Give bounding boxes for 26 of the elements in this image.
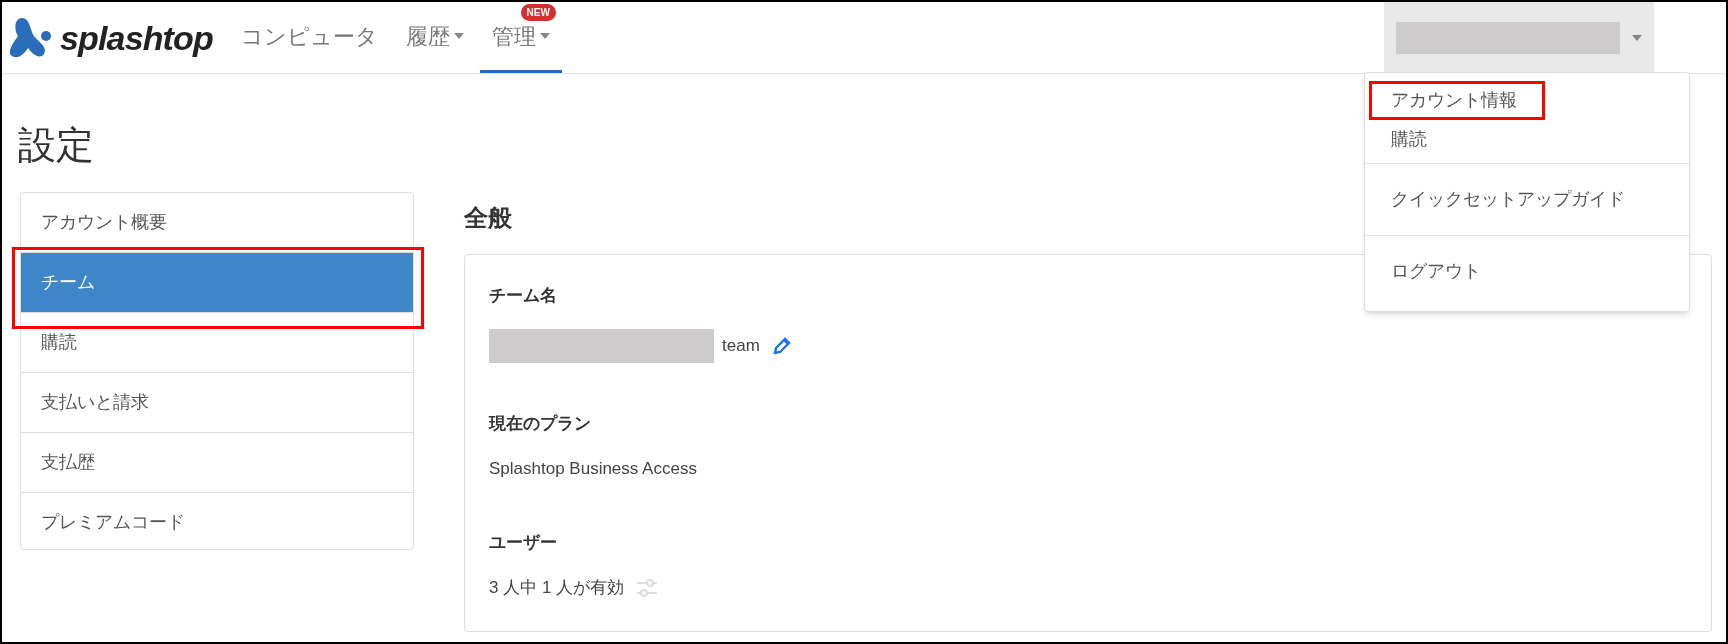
sidebar-item[interactable]: 支払歴	[21, 433, 413, 492]
sidebar-item[interactable]: アカウント概要	[21, 193, 413, 252]
field-value: Splashtop Business Access	[489, 458, 698, 480]
field-label: 現在のプラン	[489, 412, 591, 435]
menu-item[interactable]: 購読	[1367, 120, 1451, 159]
menu-item[interactable]: アカウント情報	[1369, 81, 1545, 120]
caret-icon	[1632, 34, 1642, 41]
new-badge: NEW	[520, 4, 556, 21]
nav-tab[interactable]: コンピュータ	[228, 2, 390, 73]
nav-tab[interactable]: 履歴	[393, 2, 476, 73]
field-value: 3 人中 1 人が有効	[489, 577, 625, 599]
field-label: チーム名	[489, 285, 557, 307]
sliders-icon[interactable]	[636, 577, 659, 598]
page-title: 設定	[18, 126, 94, 164]
section-title: 全般	[464, 203, 512, 233]
account-dropdown[interactable]	[1384, 2, 1654, 73]
sidebar-item[interactable]: 支払いと請求	[21, 373, 413, 432]
sidebar-item[interactable]: 購読	[21, 313, 413, 372]
edit-pencil-icon[interactable]	[771, 335, 792, 356]
field-label: ユーザー	[489, 531, 557, 554]
menu-item[interactable]: クイックセットアップガイド	[1367, 180, 1649, 219]
menu-item[interactable]: ログアウト	[1367, 252, 1505, 291]
logo-wordmark: splashtop	[60, 20, 213, 55]
sidebar-item[interactable]: チーム	[21, 253, 413, 312]
team-name-text: team	[722, 334, 760, 357]
sidebar-item[interactable]: プレミアムコード	[21, 493, 413, 552]
